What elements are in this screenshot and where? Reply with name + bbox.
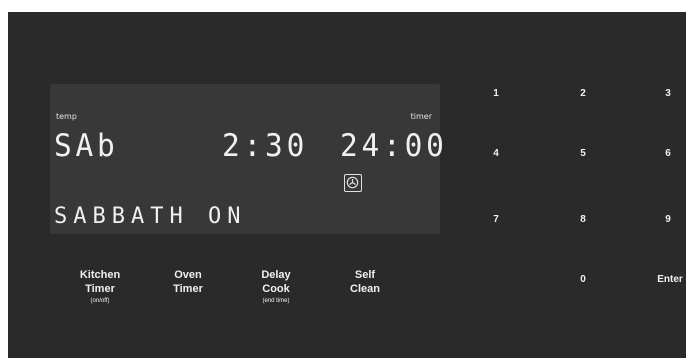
key-1[interactable]: 1 [488,88,504,99]
mode-code-readout: SAb [54,128,119,164]
key-5[interactable]: 5 [575,148,591,159]
oven-timer-line1: Oven [174,269,202,281]
key-8[interactable]: 8 [575,214,591,225]
timer-label: timer [410,112,432,121]
key-4[interactable]: 4 [488,148,504,159]
kitchen-timer-sub: (on/off) [90,298,110,304]
delay-cook-line1: Delay [261,269,291,281]
kitchen-timer-line1: Kitchen [79,269,121,281]
kitchen-timer-button[interactable]: Kitchen Timer (on/off) [70,268,130,306]
enter-button[interactable]: Enter [653,274,686,285]
key-2[interactable]: 2 [575,88,591,99]
oven-timer-line2: Timer [173,283,203,295]
oven-fan-icon [344,174,362,192]
self-clean-line2: Clean [350,283,380,295]
key-3[interactable]: 3 [660,88,676,99]
control-panel: temp timer SAb 2:30 24:00 SABBATH ON 1 2… [8,12,686,358]
key-0[interactable]: 0 [575,274,591,285]
clock-readout: 2:30 [222,128,309,164]
key-9[interactable]: 9 [660,214,676,225]
kitchen-timer-line2: Timer [85,283,115,295]
self-clean-line1: Self [354,269,376,281]
temp-label: temp [56,112,77,121]
self-clean-button[interactable]: Self Clean [335,268,395,296]
delay-cook-sub: (end time) [262,298,290,304]
status-message: SABBATH ON [54,204,247,229]
timer-readout: 24:00 [340,128,448,164]
delay-cook-button[interactable]: Delay Cook (end time) [246,268,306,306]
oven-timer-button[interactable]: Oven Timer [158,268,218,296]
delay-cook-line2: Cook [262,283,290,295]
key-7[interactable]: 7 [488,214,504,225]
lcd-display: temp timer SAb 2:30 24:00 SABBATH ON [50,84,444,234]
key-6[interactable]: 6 [660,148,676,159]
